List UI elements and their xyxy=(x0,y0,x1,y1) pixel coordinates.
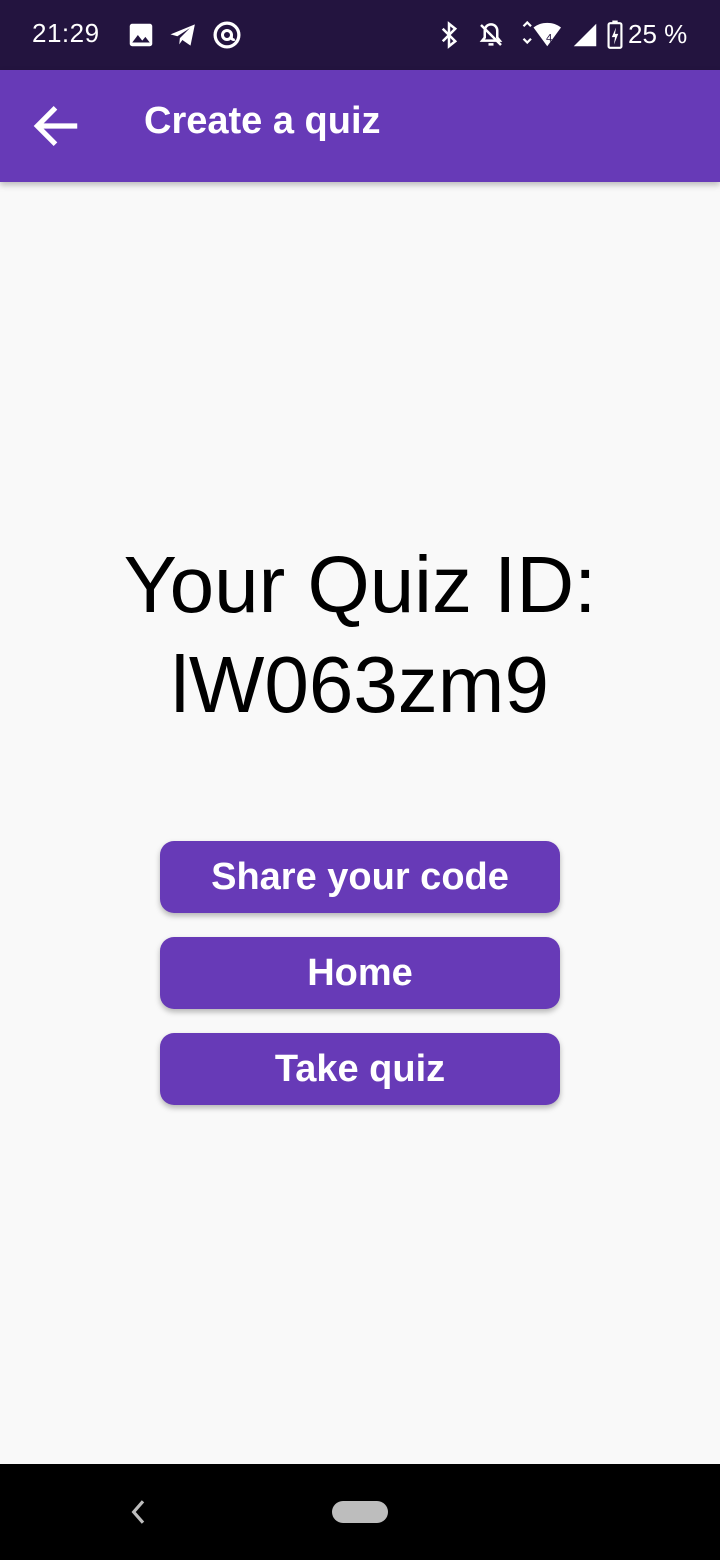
quiz-id-heading: Your Quiz ID: lW063zm9 xyxy=(0,535,720,735)
page-title: Create a quiz xyxy=(144,100,381,142)
battery-charging-icon xyxy=(604,20,626,50)
share-code-button[interactable]: Share your code xyxy=(160,841,560,913)
bluetooth-icon xyxy=(434,20,464,50)
image-icon xyxy=(126,20,156,50)
status-bar: 21:29 4 25 % xyxy=(0,0,720,70)
home-button[interactable]: Home xyxy=(160,937,560,1009)
nav-back-icon[interactable] xyxy=(124,1496,154,1528)
take-quiz-button[interactable]: Take quiz xyxy=(160,1033,560,1105)
at-sign-icon xyxy=(212,20,242,50)
quiz-id-label: Your Quiz ID: xyxy=(123,540,597,629)
bell-off-icon xyxy=(476,20,506,50)
telegram-icon xyxy=(168,20,198,50)
home-pill-icon[interactable] xyxy=(332,1501,388,1523)
arrow-back-icon xyxy=(33,106,78,146)
signal-icon xyxy=(570,20,600,50)
battery-percentage: 25 % xyxy=(628,19,688,49)
quiz-id-value: lW063zm9 xyxy=(171,640,549,729)
status-time: 21:29 xyxy=(32,18,100,48)
wifi-icon: 4 xyxy=(518,20,564,50)
svg-text:4: 4 xyxy=(546,32,552,44)
back-button[interactable] xyxy=(28,98,84,154)
navigation-bar xyxy=(0,1464,720,1560)
app-bar: Create a quiz xyxy=(0,70,720,182)
